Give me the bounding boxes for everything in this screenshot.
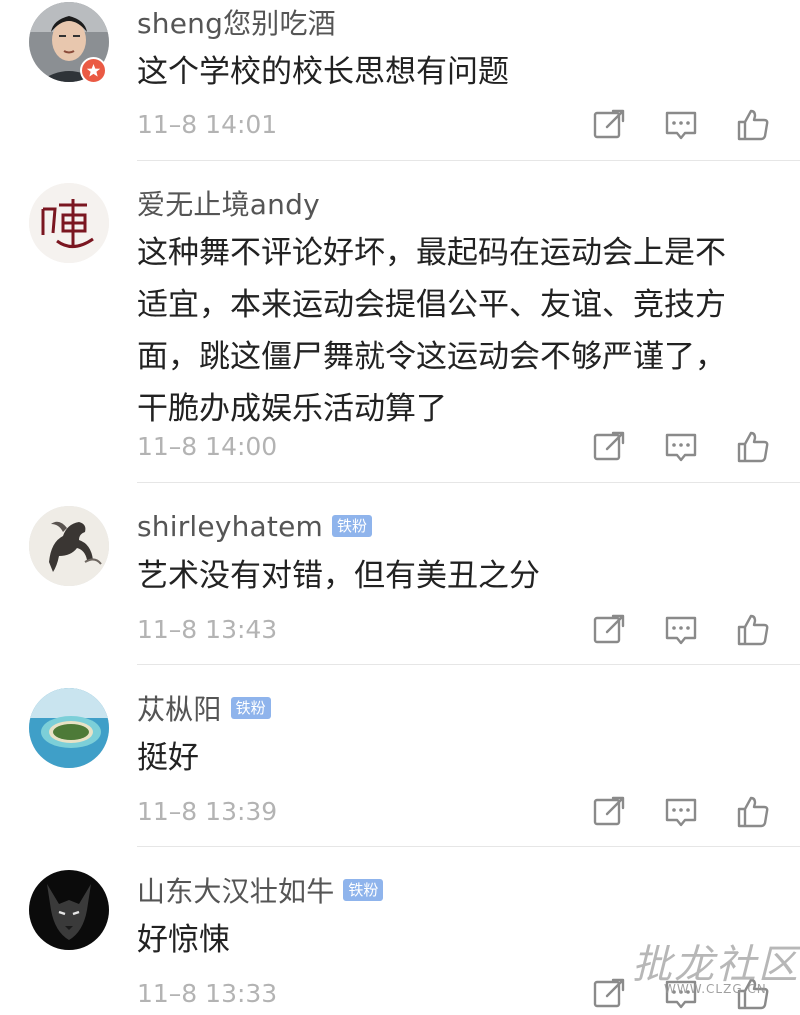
thumbs-up-icon[interactable] (735, 976, 771, 1012)
share-icon[interactable] (591, 429, 627, 465)
thumbs-up-icon[interactable] (735, 429, 771, 465)
vip-badge-icon (80, 57, 107, 84)
thumbs-up-icon[interactable] (735, 107, 771, 143)
comment-icon[interactable] (663, 612, 699, 648)
divider (137, 664, 800, 665)
username[interactable]: shirleyhatem (137, 510, 323, 543)
divider (137, 482, 800, 483)
comment-meta: 11–8 13:33 (137, 974, 800, 1014)
wolf-avatar-icon (29, 870, 109, 950)
island-avatar-icon (29, 688, 109, 768)
username-row: 苁枞阳 铁粉 (137, 688, 271, 728)
avatar[interactable] (29, 183, 109, 263)
avatar[interactable] (29, 688, 109, 768)
username[interactable]: 山东大汉壮如牛 (137, 870, 334, 910)
username[interactable]: 爱无止境andy (137, 183, 320, 223)
timestamp: 11–8 14:00 (137, 432, 278, 461)
timestamp: 11–8 13:33 (137, 979, 278, 1008)
avatar[interactable] (29, 506, 109, 586)
comment-meta: 11–8 13:39 (137, 792, 800, 832)
username-row: sheng您别吃酒 (137, 2, 336, 42)
timestamp: 11–8 13:43 (137, 615, 278, 644)
comment-text: 艺术没有对错，但有美丑之分 (137, 558, 540, 594)
horse-painting-avatar-icon (29, 506, 109, 586)
username-row: 山东大汉壮如牛 铁粉 (137, 870, 384, 910)
comment-icon[interactable] (663, 794, 699, 830)
comment-text: 这种舞不评论好坏，最起码在运动会上是不 适宜，本来运动会提倡公平、友谊、竞技方 … (137, 235, 726, 427)
comment-icon[interactable] (663, 429, 699, 465)
timestamp: 11–8 13:39 (137, 797, 278, 826)
thumbs-up-icon[interactable] (735, 612, 771, 648)
divider (137, 160, 800, 161)
fan-badge: 铁粉 (332, 515, 373, 537)
fan-badge: 铁粉 (230, 697, 271, 719)
comment-meta: 11–8 14:00 (137, 427, 800, 467)
divider (137, 846, 800, 847)
fan-badge: 铁粉 (343, 879, 384, 901)
comment-text: 挺好 (137, 740, 199, 776)
comment-text: 好惊悚 (137, 922, 230, 958)
username-row: shirleyhatem 铁粉 (137, 506, 373, 546)
share-icon[interactable] (591, 612, 627, 648)
comment-text: 这个学校的校长思想有问题 (137, 54, 509, 90)
comment-feed: sheng您别吃酒 这个学校的校长思想有问题 11–8 14:01 爱无止境an… (0, 0, 800, 1015)
comment-meta: 11–8 13:43 (137, 610, 800, 650)
avatar[interactable] (29, 870, 109, 950)
comment-icon[interactable] (663, 107, 699, 143)
share-icon[interactable] (591, 976, 627, 1012)
comment-meta: 11–8 14:01 (137, 105, 800, 145)
username[interactable]: 苁枞阳 (137, 688, 222, 728)
comment-icon[interactable] (663, 976, 699, 1012)
calligraphy-logo-avatar-icon (29, 183, 109, 263)
share-icon[interactable] (591, 107, 627, 143)
username-row: 爱无止境andy (137, 183, 320, 223)
thumbs-up-icon[interactable] (735, 794, 771, 830)
share-icon[interactable] (591, 794, 627, 830)
timestamp: 11–8 14:01 (137, 110, 278, 139)
username[interactable]: sheng您别吃酒 (137, 2, 336, 42)
